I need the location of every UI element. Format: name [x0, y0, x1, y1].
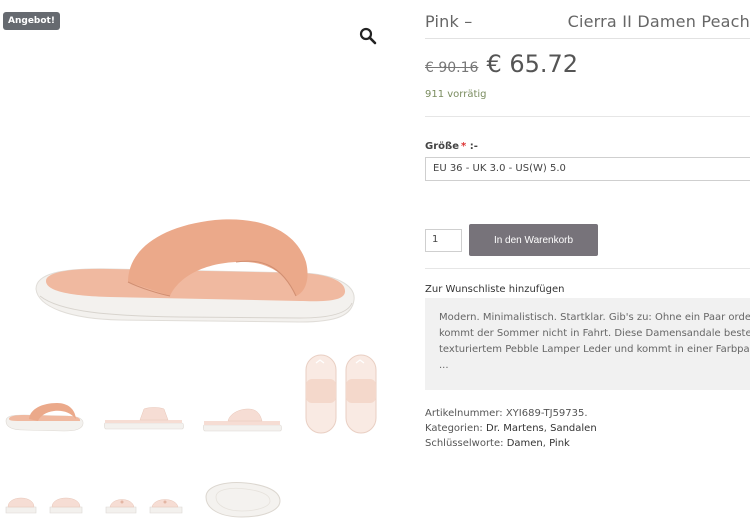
divider — [425, 116, 750, 117]
size-label-text: Größe — [425, 141, 459, 152]
quantity-input[interactable]: 1 — [425, 229, 462, 252]
sale-badge: Angebot! — [3, 12, 60, 30]
size-select[interactable]: EU 36 - UK 3.0 - US(W) 5.0 — [425, 157, 750, 181]
sku-row: Artikelnummer: XYI689-TJ59735. — [425, 406, 597, 421]
required-mark: * — [460, 141, 467, 152]
thumbnail-top-view[interactable] — [300, 349, 384, 437]
add-to-wishlist-link[interactable]: Zur Wunschliste hinzufügen — [425, 284, 565, 295]
product-title-left: Pink – — [425, 12, 473, 31]
category-link[interactable]: Dr. Martens — [486, 423, 544, 434]
sku-label: Artikelnummer: — [425, 408, 503, 419]
product-gallery: Angebot! — [0, 0, 395, 525]
tags-label: Schlüsselworte: — [425, 438, 504, 449]
thumbnail-front-view[interactable] — [2, 483, 86, 519]
thumbnail-profile-view[interactable] — [102, 403, 186, 433]
categories-row: Kategorien: Dr. Martens, Sandalen — [425, 423, 597, 434]
title-divider — [425, 38, 750, 39]
magnifier-icon[interactable] — [358, 26, 378, 46]
divider — [425, 268, 750, 269]
categories-label: Kategorien: — [425, 423, 483, 434]
add-to-cart-button[interactable]: In den Warenkorb — [469, 224, 598, 256]
tag-link[interactable]: Damen — [507, 438, 543, 449]
size-label-suffix: :- — [469, 141, 478, 152]
size-label: Größe * :- — [425, 141, 478, 152]
description-line: texturiertem Pebble Lamper Leder und kom… — [439, 344, 750, 355]
sku-value: XYI689-TJ59735. — [505, 408, 588, 419]
main-product-image[interactable] — [0, 0, 395, 345]
category-link[interactable]: Sandalen — [550, 423, 597, 434]
thumbnail-sole-view[interactable] — [200, 477, 284, 521]
sale-price: € 65.72 — [486, 50, 579, 78]
description-line: kommt der Sommer nicht in Fahrt. Diese D… — [439, 328, 750, 339]
old-price: € 90.16 — [425, 60, 479, 76]
tag-link[interactable]: Pink — [549, 438, 570, 449]
product-title: Pink – Cierra II Damen Peach — [425, 12, 750, 31]
description-line: ... — [439, 360, 449, 371]
price-row: € 90.16 € 65.72 — [425, 50, 578, 78]
product-meta: Artikelnummer: XYI689-TJ59735. Kategorie… — [425, 406, 597, 451]
product-description: Modern. Minimalistisch. Startklar. Gib's… — [425, 298, 750, 390]
thumbnail-strip — [0, 345, 395, 525]
description-line: Modern. Minimalistisch. Startklar. Gib's… — [439, 312, 750, 323]
thumbnail-back-view[interactable] — [102, 483, 186, 519]
thumbnail-side-view[interactable] — [2, 385, 86, 433]
product-title-right: Cierra II Damen Peach — [567, 12, 750, 31]
thumbnail-inner-side-view[interactable] — [200, 405, 284, 435]
product-summary: Pink – Cierra II Damen Peach € 90.16 € 6… — [425, 0, 750, 525]
tags-row: Schlüsselworte: Damen, Pink — [425, 438, 570, 449]
stock-status: 911 vorrätig — [425, 89, 487, 100]
